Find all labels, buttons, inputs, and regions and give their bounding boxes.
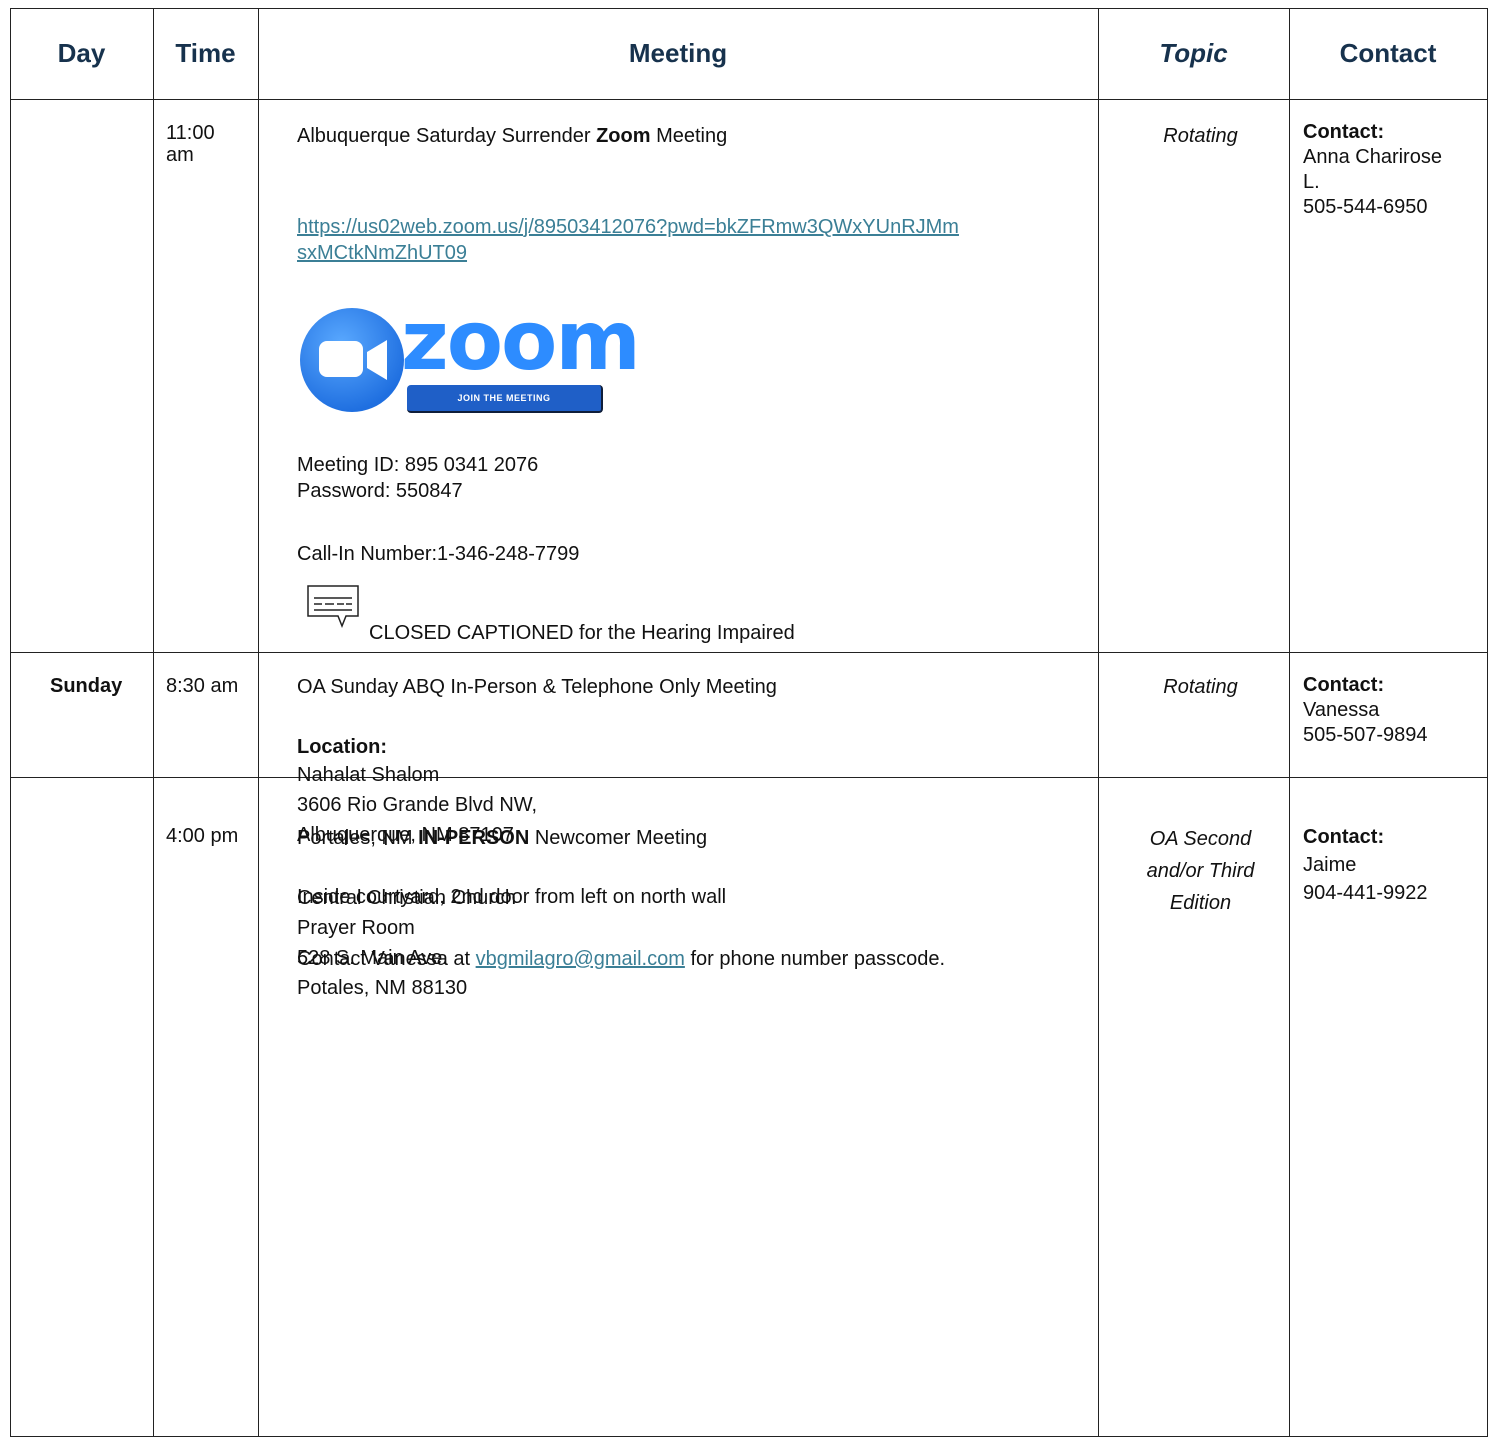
row2-contact: Contact: Vanessa 505-507-9894 bbox=[1303, 673, 1483, 748]
zoom-url-line1[interactable]: https://us02web.zoom.us/j/89503412076?pw… bbox=[297, 216, 959, 238]
row1-title-text: Albuquerque Saturday Surrender bbox=[297, 125, 597, 147]
row3-location-line4: Potales, NM 88130 bbox=[297, 977, 468, 999]
row3-contact-name: Jaime bbox=[1303, 854, 1357, 876]
row3-title-bold: IN-PERSON bbox=[418, 827, 530, 849]
col-border-day bbox=[153, 8, 154, 1437]
row3-contact: Contact: Jaime 904-441-9922 bbox=[1303, 823, 1483, 907]
header-contact: Contact bbox=[1339, 38, 1437, 68]
row1-contact-name-2: L. bbox=[1303, 171, 1320, 193]
row3-title-suffix: Newcomer Meeting bbox=[529, 827, 708, 849]
row2-meeting-title: OA Sunday ABQ In-Person & Telephone Only… bbox=[297, 676, 777, 698]
row1-zoom-link[interactable]: https://us02web.zoom.us/j/89503412076?pw… bbox=[297, 214, 1092, 266]
header-meeting: Meeting bbox=[628, 38, 728, 68]
row1-title-suffix: Meeting bbox=[650, 125, 728, 147]
row1-topic: Rotating bbox=[1163, 125, 1238, 147]
zoom-join-graphic[interactable]: zoom JOIN THE MEETING bbox=[297, 297, 641, 417]
col-border-meeting bbox=[1098, 8, 1099, 1437]
row3-location-line3: 528 S. Main Ave. bbox=[297, 947, 448, 969]
zoom-wordmark: zoom bbox=[401, 294, 641, 389]
row3-contact-label: Contact: bbox=[1303, 826, 1385, 848]
row1-time-line2: am bbox=[166, 144, 194, 166]
camera-icon bbox=[300, 308, 404, 412]
row2-contact-label: Contact: bbox=[1303, 674, 1385, 696]
closed-caption-icon bbox=[306, 584, 360, 630]
row1-meeting-details: Meeting ID: 895 0341 2076 Password: 5508… bbox=[297, 452, 1087, 504]
row3-contact-phone: 904-441-9922 bbox=[1303, 882, 1428, 904]
call-in-number: Call-In Number:1-346-248-7799 bbox=[297, 543, 580, 565]
row1-title-bold: Zoom bbox=[596, 125, 651, 147]
row3-topic: OA Second and/or Third Edition bbox=[1098, 823, 1303, 919]
row2-location-label: Location: bbox=[297, 736, 387, 758]
row1-contact-label: Contact: bbox=[1303, 121, 1385, 143]
join-meeting-button[interactable]: JOIN THE MEETING bbox=[407, 385, 603, 413]
row3-topic-line3: Edition bbox=[1169, 892, 1232, 914]
col-border-topic bbox=[1289, 8, 1290, 1437]
row1-bottom-border bbox=[10, 652, 1488, 653]
row1-contact-phone: 505-544-6950 bbox=[1303, 196, 1428, 218]
row3-meeting-title: Portales, NM IN-PERSON Newcomer Meeting bbox=[297, 823, 1092, 853]
row2-contact-phone: 505-507-9894 bbox=[1303, 724, 1428, 746]
row2-location-line2: 3606 Rio Grande Blvd NW, bbox=[297, 794, 538, 816]
row3-time: 4:00 pm bbox=[166, 825, 239, 847]
row1-contact-name: Anna Charirose bbox=[1303, 146, 1442, 168]
header-bottom-border bbox=[10, 99, 1488, 100]
row3-location-line1: Central Christian Church bbox=[297, 887, 516, 909]
col-border-time bbox=[258, 8, 259, 1437]
meeting-password: Password: 550847 bbox=[297, 480, 463, 502]
row2-location-line1: Nahalat Shalom bbox=[297, 764, 440, 786]
row3-topic-line2: and/or Third bbox=[1146, 860, 1255, 882]
col-border-left bbox=[10, 8, 11, 1437]
row3-topic-line1: OA Second bbox=[1149, 828, 1252, 850]
meeting-schedule-table: Day Time Meeting Topic Contact 11:00 am … bbox=[0, 0, 1496, 1437]
row1-time-line1: 11:00 bbox=[166, 122, 215, 144]
row2-topic: Rotating bbox=[1163, 676, 1238, 698]
row3-location-line2: Prayer Room bbox=[297, 917, 415, 939]
row2-day: Sunday bbox=[50, 675, 123, 697]
zoom-url-line2[interactable]: sxMCtkNmZhUT09 bbox=[297, 242, 467, 264]
row2-contact-name: Vanessa bbox=[1303, 699, 1380, 721]
row1-meeting-title: Albuquerque Saturday Surrender Zoom Meet… bbox=[297, 123, 1087, 149]
header-day: Day bbox=[57, 38, 106, 68]
row3-title-text: Portales, NM bbox=[297, 827, 419, 849]
closed-captioned-note: CLOSED CAPTIONED for the Hearing Impaire… bbox=[369, 622, 795, 644]
header-topic: Topic bbox=[1159, 38, 1228, 68]
row3-meeting: Portales, NM IN-PERSON Newcomer Meeting … bbox=[297, 823, 1092, 1003]
row1-time: 11:00 am bbox=[166, 122, 254, 166]
col-border-right bbox=[1487, 8, 1488, 1437]
header-time: Time bbox=[175, 38, 236, 68]
meeting-id: Meeting ID: 895 0341 2076 bbox=[297, 454, 539, 476]
row2-time: 8:30 am bbox=[166, 675, 239, 697]
row1-contact: Contact: Anna Charirose L. 505-544-6950 bbox=[1303, 120, 1483, 220]
